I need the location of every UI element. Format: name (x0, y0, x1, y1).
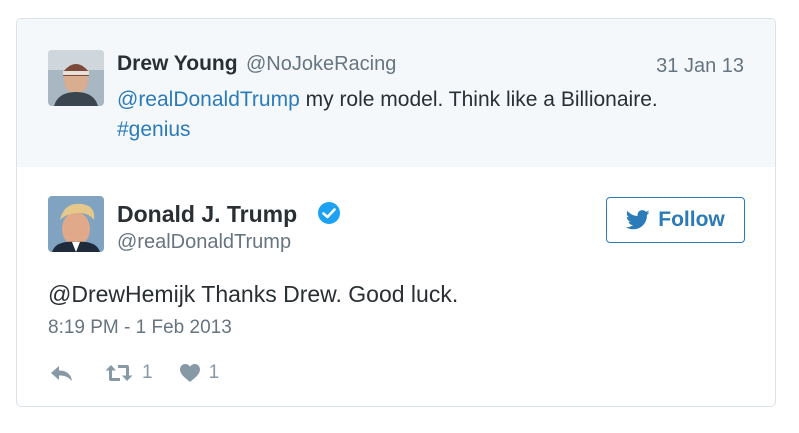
main-author-handle[interactable]: @realDonaldTrump (117, 231, 291, 254)
quoted-mention-link[interactable]: @realDonaldTrump (117, 88, 300, 111)
bird-icon (626, 210, 650, 230)
reply-icon (51, 366, 72, 381)
main-author-avatar[interactable] (48, 196, 104, 252)
retweet-icon (105, 365, 133, 381)
main-tweet-text: @DrewHemijk Thanks Drew. Good luck. (48, 281, 459, 307)
quoted-tweet-body: my role model. Think like a Billionaire. (299, 88, 658, 111)
like-button[interactable]: 1 (179, 362, 220, 384)
main-author-name[interactable]: Donald J. Trump (117, 201, 297, 228)
quoted-tweet-date[interactable]: 31 Jan 13 (656, 55, 744, 78)
tweet-actions: 1 1 (48, 360, 219, 386)
retweet-button[interactable]: 1 (104, 362, 153, 384)
hashtag-link[interactable]: #genius (117, 118, 191, 141)
verified-badge-icon (318, 202, 340, 224)
quoted-author-name[interactable]: Drew Young (117, 52, 238, 76)
quoted-author-handle[interactable]: @NoJokeRacing (246, 53, 396, 76)
heart-icon (179, 364, 200, 382)
reply-button[interactable] (48, 363, 74, 383)
tweet-embed-card: Drew Young @NoJokeRacing 31 Jan 13 @real… (16, 18, 776, 407)
follow-button[interactable]: Follow (606, 197, 745, 243)
main-tweet-timestamp[interactable]: 8:19 PM - 1 Feb 2013 (48, 317, 232, 339)
quoted-tweet-text: @realDonaldTrump my role model. Think li… (117, 85, 717, 145)
follow-button-label: Follow (658, 208, 725, 231)
quoted-author-avatar[interactable] (48, 50, 104, 106)
quoted-tweet[interactable]: Drew Young @NoJokeRacing 31 Jan 13 @real… (17, 19, 775, 167)
like-count: 1 (208, 362, 220, 383)
retweet-count: 1 (142, 362, 153, 383)
